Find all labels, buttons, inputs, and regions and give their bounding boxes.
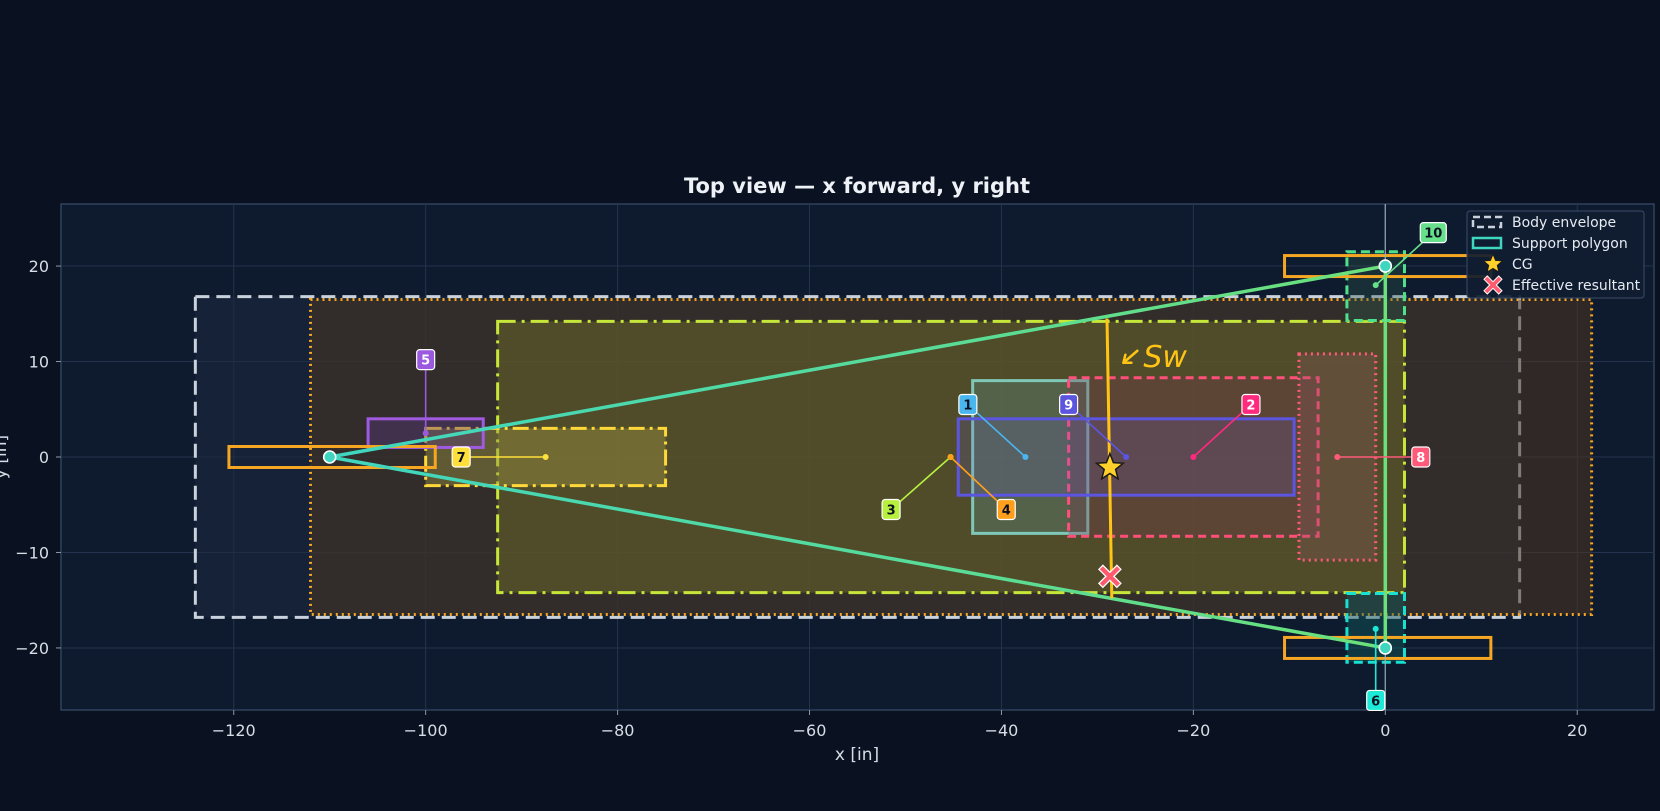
- contact-point: [322, 450, 337, 464]
- chart-container: Sw 1 2 3 4 5 6 7 8 9 10 −120 −100 −80 −60 −40 −20 0 20 −2…: [0, 0, 1660, 807]
- callout-anchor-8: [1334, 454, 1341, 460]
- callout-anchor-6: [1372, 625, 1379, 632]
- legend-label-support: Support polygon: [1512, 236, 1628, 252]
- callout-anchor-10: [1372, 282, 1379, 289]
- callout-label-10: 10: [1424, 227, 1442, 242]
- callout-anchor-1: [1022, 454, 1029, 460]
- legend-label-cg: CG: [1512, 257, 1533, 273]
- y-tick-label: 10: [29, 353, 49, 372]
- x-tick-label: −80: [601, 721, 635, 740]
- callout-anchor-5: [422, 430, 429, 437]
- x-tick-label: −40: [985, 721, 1019, 740]
- callout-label-4: 4: [1002, 504, 1011, 519]
- x-tick-label: 0: [1380, 721, 1390, 740]
- x-tick-label: −120: [212, 721, 256, 740]
- callout-anchor-4: [947, 454, 954, 460]
- y-tick-label: −20: [15, 639, 49, 658]
- top-view-chart: Sw 1 23 4567 8910 −120 −100 −80 −60 −40 −20 0 20−2…: [0, 0, 1660, 807]
- callout-anchor-9: [1123, 454, 1130, 460]
- x-axis-label: x [in]: [835, 745, 879, 765]
- callout-label-7: 7: [457, 451, 466, 466]
- callout-label-6: 6: [1371, 694, 1380, 709]
- callout-anchor-7: [542, 454, 549, 460]
- y-tick-label: −10: [15, 543, 49, 562]
- x-tick-label: 20: [1567, 721, 1587, 740]
- callout-label-2: 2: [1246, 398, 1255, 413]
- x-tick-label: −100: [404, 721, 448, 740]
- legend-label-resultant: Effective resultant: [1512, 278, 1641, 294]
- contact-point: [1378, 259, 1393, 273]
- legend: Body envelope Support polygon CG Effective …: [1466, 210, 1645, 299]
- y-tick-label: 0: [39, 448, 49, 467]
- x-tick-label: −20: [1176, 721, 1210, 740]
- y-tick-label: 20: [29, 257, 49, 276]
- callout-label-8: 8: [1416, 451, 1425, 466]
- legend-label-body: Body envelope: [1512, 215, 1616, 231]
- callout-anchor-2: [1190, 454, 1197, 460]
- callout-label-1: 1: [963, 398, 972, 413]
- contact-point: [1378, 641, 1393, 655]
- sw-label: Sw: [1143, 340, 1187, 375]
- callout-label-3: 3: [887, 504, 896, 519]
- x-tick-label: −60: [793, 721, 827, 740]
- y-axis-label: y [in]: [0, 435, 11, 479]
- callout-label-9: 9: [1064, 398, 1073, 413]
- callout-label-5: 5: [421, 354, 430, 369]
- chart-title: Top view — x forward, y right: [684, 174, 1030, 198]
